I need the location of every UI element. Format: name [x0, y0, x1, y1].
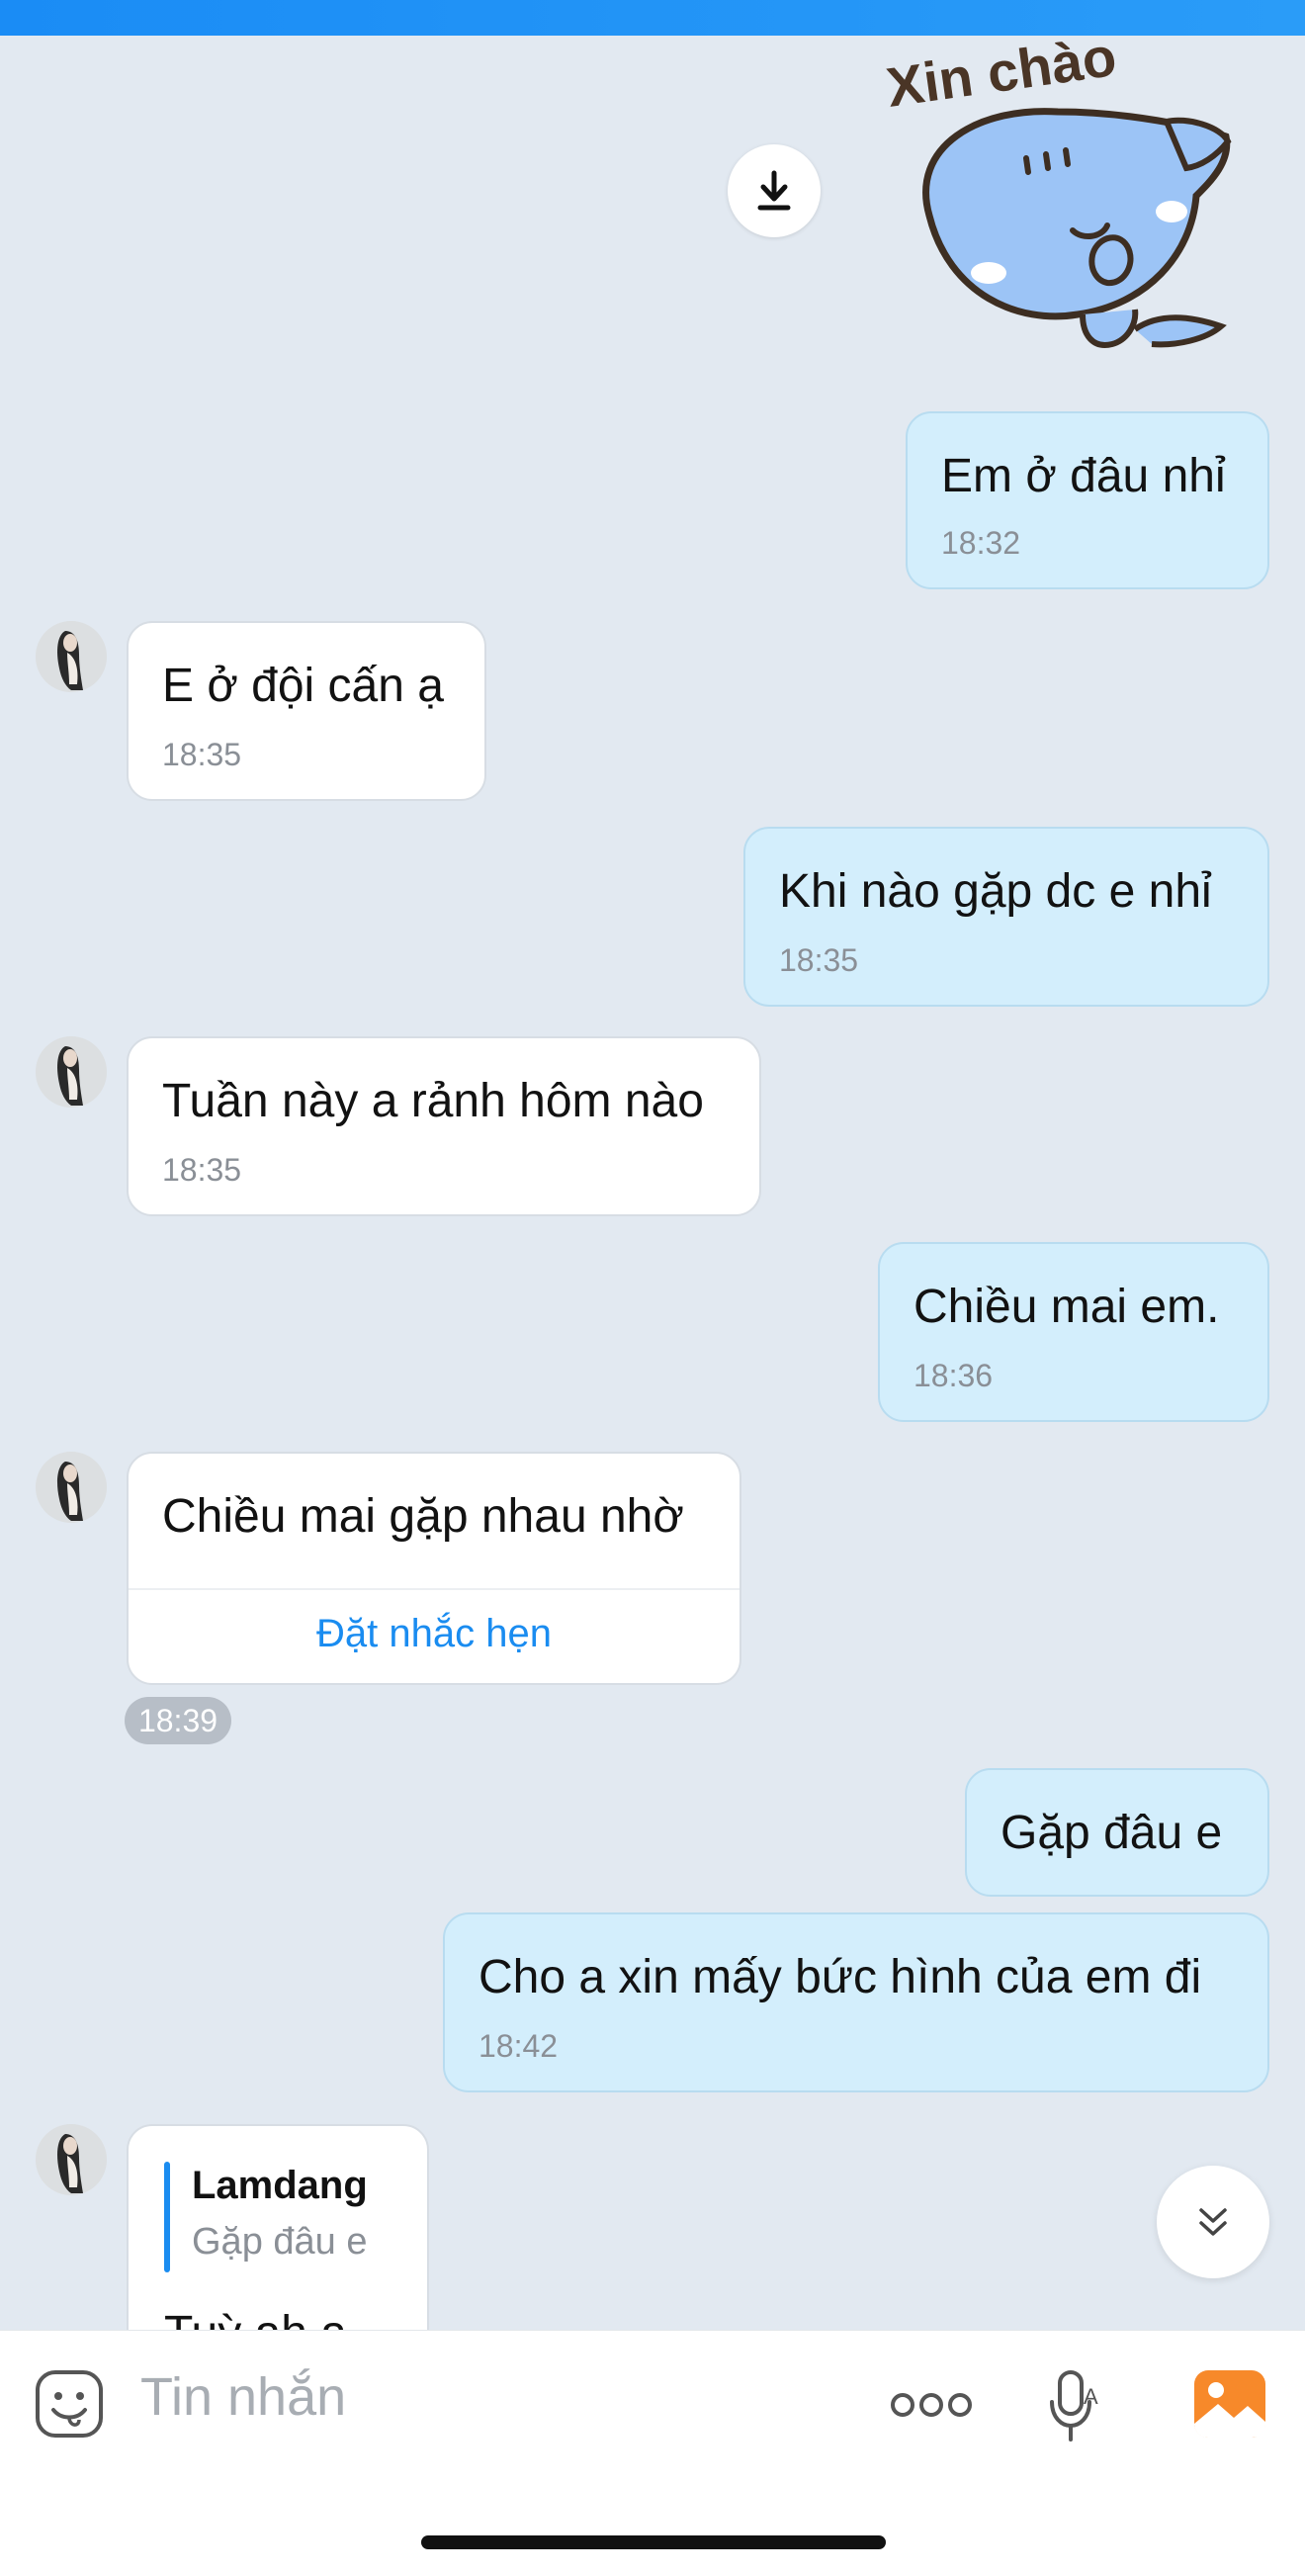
message-text: Tuần này a rảnh hôm nào — [162, 1075, 704, 1127]
set-reminder-link[interactable]: Đặt nhắc hẹn — [129, 1612, 740, 1656]
sticker-cat-icon: Xin chào — [883, 25, 1232, 348]
message-outgoing[interactable]: Gặp đâu e — [965, 1768, 1269, 1897]
message-text: Em ở đâu nhỉ — [941, 450, 1226, 502]
person-avatar-icon — [36, 621, 107, 692]
sticker-text: Xin chào — [883, 25, 1120, 119]
quote-text: Gặp đâu e — [192, 2221, 368, 2263]
quote-bar — [164, 2162, 170, 2272]
download-icon — [757, 170, 791, 211]
message-time: 18:35 — [779, 942, 859, 978]
voice-icon[interactable]: A — [1046, 2366, 1105, 2445]
message-time: 18:36 — [914, 1358, 994, 1393]
message-time: 18:32 — [941, 525, 1021, 561]
person-avatar-icon — [36, 1036, 107, 1108]
sticker-xin-chao[interactable]: Xin chào — [870, 18, 1246, 369]
message-text: E ở đội cấn ạ — [162, 660, 444, 712]
avatar[interactable] — [36, 1452, 107, 1523]
person-avatar-icon — [36, 1452, 107, 1523]
message-time-pill: 18:39 — [125, 1697, 231, 1744]
message-input[interactable]: Tin nhắn — [140, 2366, 346, 2428]
home-indicator — [421, 2535, 886, 2549]
avatar[interactable] — [36, 1036, 107, 1108]
message-time: 18:35 — [162, 1152, 242, 1188]
message-incoming[interactable]: E ở đội cấn ạ 18:35 — [127, 621, 486, 801]
svg-text:A: A — [1084, 2384, 1098, 2409]
message-text: Chiều mai em. — [914, 1281, 1220, 1333]
message-text: Chiều mai gặp nhau nhờ — [162, 1490, 684, 1543]
message-outgoing[interactable]: Chiều mai em. 18:36 — [878, 1242, 1269, 1422]
message-outgoing[interactable]: Khi nào gặp dc e nhỉ 18:35 — [743, 827, 1269, 1007]
message-outgoing[interactable]: Cho a xin mấy bức hình của em đi 18:42 — [443, 1912, 1269, 2092]
message-incoming[interactable]: Tuần này a rảnh hôm nào 18:35 — [127, 1036, 761, 1216]
more-icon[interactable] — [890, 2390, 973, 2420]
quote-author: Lamdang — [192, 2164, 368, 2207]
scroll-to-bottom-button[interactable] — [1157, 2166, 1269, 2278]
avatar[interactable] — [36, 621, 107, 692]
message-incoming[interactable]: Chiều mai gặp nhau nhờ Đặt nhắc hẹn — [127, 1452, 741, 1685]
scroll-down-icon — [1199, 2208, 1227, 2236]
message-outgoing[interactable]: Em ở đâu nhỉ 18:32 — [906, 411, 1269, 589]
message-text: Khi nào gặp dc e nhỉ — [779, 865, 1212, 918]
message-time: 18:35 — [162, 737, 242, 772]
message-text: Cho a xin mấy bức hình của em đi — [478, 1951, 1202, 2003]
person-avatar-icon — [36, 2124, 107, 2195]
avatar[interactable] — [36, 2124, 107, 2195]
download-button[interactable] — [728, 144, 821, 237]
message-text: Gặp đâu e — [1000, 1807, 1223, 1859]
sticker-icon[interactable] — [34, 2368, 105, 2440]
message-time: 18:42 — [478, 2028, 559, 2064]
image-icon[interactable] — [1192, 2368, 1267, 2440]
divider — [129, 1588, 740, 1590]
